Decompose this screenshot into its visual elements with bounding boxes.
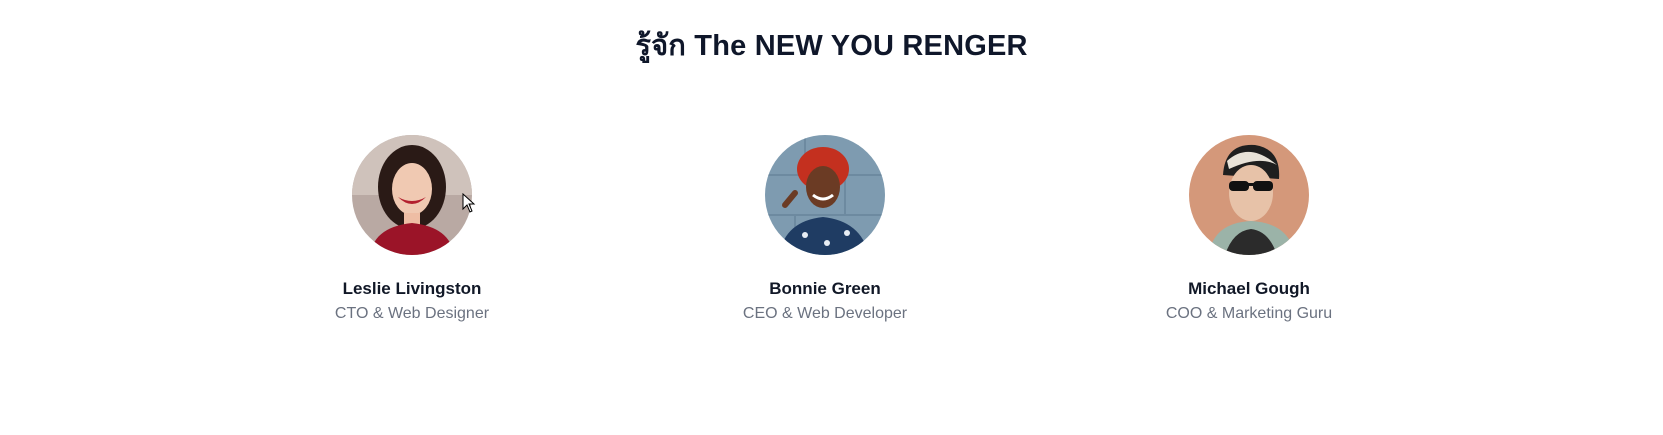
- team-member-card: Leslie Livingston CTO & Web Designer: [262, 135, 562, 324]
- team-member-card: Michael Gough COO & Marketing Guru: [1099, 135, 1399, 324]
- avatar[interactable]: [765, 135, 885, 255]
- team-member-card: Bonnie Green CEO & Web Developer: [675, 135, 975, 324]
- member-name: Leslie Livingston: [342, 279, 482, 298]
- member-role: CEO & Web Developer: [742, 305, 908, 322]
- member-name: Bonnie Green: [769, 279, 881, 298]
- avatar-photo-woman-smiling-icon: [352, 135, 472, 255]
- member-role: COO & Marketing Guru: [1165, 305, 1333, 322]
- member-role: CTO & Web Designer: [334, 305, 490, 322]
- mouse-pointer-icon: [462, 193, 476, 213]
- avatar-photo-woman-red-hair-icon: [765, 135, 885, 255]
- section-title: รู้จัก The NEW YOU RENGER: [635, 30, 1028, 62]
- member-name: Michael Gough: [1188, 279, 1310, 298]
- avatar[interactable]: [352, 135, 472, 255]
- avatar[interactable]: [1189, 135, 1309, 255]
- avatar-photo-man-sunglasses-icon: [1189, 135, 1309, 255]
